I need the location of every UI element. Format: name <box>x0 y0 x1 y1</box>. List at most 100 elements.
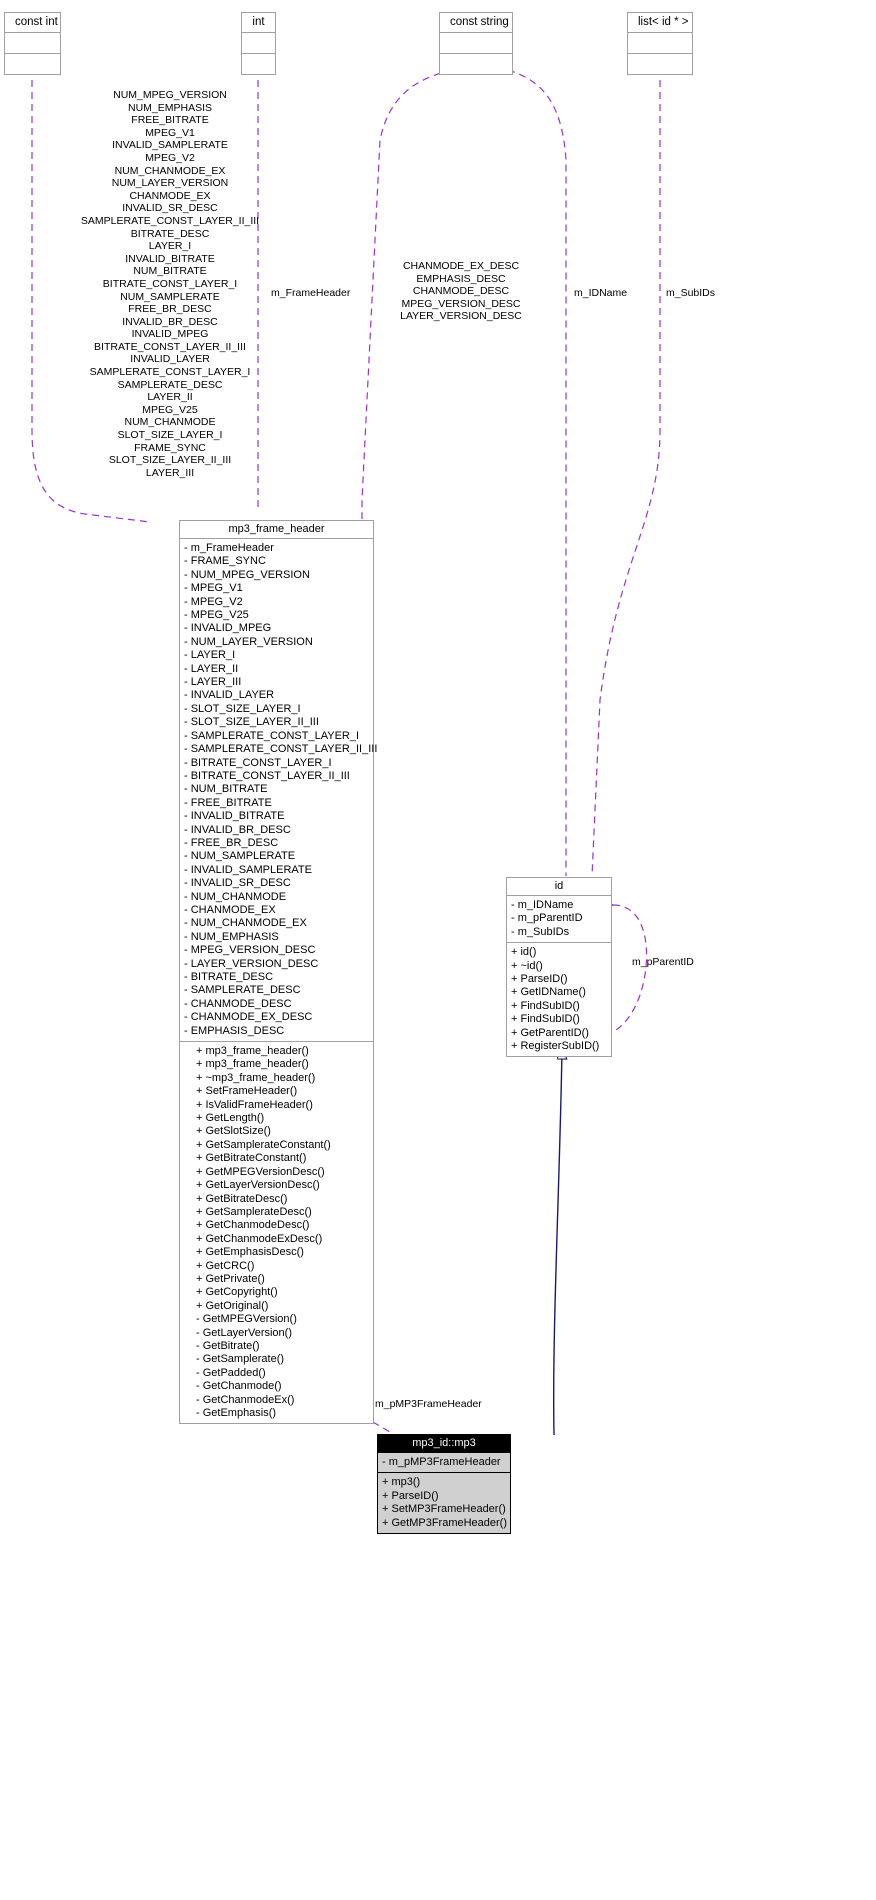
class-method-row: + IsValidFrameHeader() <box>196 1098 313 1111</box>
class-attribute-row: - SAMPLERATE_CONST_LAYER_II_III <box>184 743 378 756</box>
class-attribute-row: - LAYER_III <box>184 676 242 689</box>
class-method-row: + id() <box>511 946 537 959</box>
edge-label-line: MPEG_V1 <box>145 126 195 139</box>
class-method-row: + ~mp3_frame_header() <box>196 1071 316 1084</box>
type-box-title: int <box>242 13 275 33</box>
class-attribute-row: - FREE_BR_DESC <box>184 836 279 849</box>
class-attributes-id: - m_IDName - m_pParentID - m_SubIDs <box>507 896 611 944</box>
type-box-attrs <box>242 33 275 54</box>
edge-label-line: INVALID_BR_DESC <box>122 315 218 328</box>
class-attribute-row: - m_IDName <box>511 899 574 911</box>
class-method-row: + GetMP3FrameHeader() <box>382 1516 508 1529</box>
class-attribute-row: - SAMPLERATE_DESC <box>184 984 301 997</box>
class-box-id[interactable]: id - m_IDName - m_pParentID - m_SubIDs + i… <box>506 877 612 1058</box>
class-title-mp3-id-mp3: mp3_id::mp3 <box>378 1435 510 1453</box>
class-method-row: + FindSubID() <box>511 999 580 1012</box>
edge-label-line: NUM_BITRATE <box>133 265 207 278</box>
class-method-row: + RegisterSubID() <box>511 1040 600 1053</box>
class-methods-id: + id() + ~id() + ParseID() + GetIDName() + F… <box>507 943 611 1056</box>
class-attribute-row: - SLOT_SIZE_LAYER_I <box>184 702 301 715</box>
class-attribute-row: - CHANMODE_EX_DESC <box>184 1011 313 1024</box>
class-method-row: + GetSamplerateConstant() <box>196 1138 331 1151</box>
edge-label-line: EMPHASIS_DESC <box>416 272 506 285</box>
class-attribute-row: - BITRATE_DESC <box>184 971 274 983</box>
edge-list-subids <box>591 68 660 877</box>
class-method-row: - GetPadded() <box>196 1366 266 1379</box>
edge-label-line: NUM_LAYER_VERSION <box>111 177 229 190</box>
class-attribute-row: - LAYER_VERSION_DESC <box>184 957 319 970</box>
edge-label-line: NUM_CHANMODE_EX <box>114 164 226 177</box>
class-method-row: + GetLayerVersionDesc() <box>196 1179 320 1192</box>
type-box-title: const int <box>5 13 60 33</box>
class-attribute-row: - INVALID_MPEG <box>184 622 272 635</box>
class-methods-mp3-id-mp3: + mp3() + ParseID() + SetMP3FrameHeader() +… <box>378 1473 510 1534</box>
edge-label-line: INVALID_MPEG <box>131 328 209 341</box>
class-title-mp3-frame-header: mp3_frame_header <box>180 521 373 539</box>
class-method-row: + GetChanmodeExDesc() <box>196 1232 323 1245</box>
class-method-row: + mp3() <box>382 1476 421 1489</box>
class-attribute-row: - NUM_LAYER_VERSION <box>184 635 313 648</box>
class-method-row: - GetMPEGVersion() <box>196 1313 297 1326</box>
class-method-row: + GetChanmodeDesc() <box>196 1219 310 1232</box>
class-attribute-row: - m_SubIDs <box>511 925 570 938</box>
class-method-row: + GetCopyright() <box>196 1286 278 1299</box>
type-box-methods <box>242 54 275 74</box>
class-attribute-row: - INVALID_BITRATE <box>184 810 285 823</box>
type-box-attrs <box>5 33 60 54</box>
edge-label-line: SAMPLERATE_DESC <box>117 378 223 391</box>
diagram-canvas: const int int const string list< id * > … <box>0 0 876 1900</box>
class-method-row: - GetBitrate() <box>196 1339 260 1352</box>
class-box-mp3-frame-header[interactable]: mp3_frame_header - m_FrameHeader - FRAME_… <box>179 520 378 1425</box>
class-attribute-row: - BITRATE_CONST_LAYER_I <box>184 756 332 769</box>
class-method-row: + ParseID() <box>382 1489 439 1502</box>
class-method-row: + GetMPEGVersionDesc() <box>196 1165 325 1178</box>
class-attribute-row: - CHANMODE_DESC <box>184 997 292 1010</box>
class-attribute-row: - NUM_BITRATE <box>184 783 268 796</box>
edge-label-m-pmp3frameheader: m_pMP3FrameHeader <box>375 1398 482 1410</box>
type-box-list-id-ptr[interactable]: list< id * > <box>627 12 693 75</box>
type-box-attrs <box>440 33 512 54</box>
class-method-row: + GetBitrateConstant() <box>196 1152 307 1165</box>
class-attribute-row: - LAYER_II <box>184 662 239 675</box>
edge-inheritance-id <box>552 1048 562 1436</box>
class-attribute-row: - NUM_EMPHASIS <box>184 930 279 943</box>
edge-label-line: LAYER_VERSION_DESC <box>400 310 522 323</box>
class-method-row: + GetParentID() <box>511 1026 589 1039</box>
class-attribute-row: - NUM_CHANMODE <box>184 890 287 903</box>
type-box-const-int[interactable]: const int <box>4 12 61 75</box>
class-method-row: + GetBitrateDesc() <box>196 1192 288 1205</box>
type-box-attrs <box>628 33 692 54</box>
class-title-id: id <box>507 878 611 896</box>
class-method-row: - GetChanmodeEx() <box>196 1393 295 1406</box>
class-method-row: - GetEmphasis() <box>196 1407 277 1419</box>
class-method-row: + GetIDName() <box>511 986 586 999</box>
class-method-row: + GetPrivate() <box>196 1272 265 1285</box>
class-attribute-row: - INVALID_BR_DESC <box>184 823 291 836</box>
class-box-mp3-id-mp3[interactable]: mp3_id::mp3 - m_pMP3FrameHeader + mp3() +… <box>377 1434 511 1535</box>
edge-label-line: FRAME_SYNC <box>134 441 206 454</box>
edge-label-line: SLOT_SIZE_LAYER_I <box>117 429 223 442</box>
edge-label-line: SLOT_SIZE_LAYER_II_III <box>108 454 232 467</box>
type-box-const-string[interactable]: const string <box>439 12 513 75</box>
class-attribute-row: - INVALID_SR_DESC <box>184 877 291 890</box>
class-method-row: + ParseID() <box>511 973 568 986</box>
type-box-methods <box>628 54 692 74</box>
class-method-row: + GetEmphasisDesc() <box>196 1246 304 1259</box>
class-method-row: + SetMP3FrameHeader() <box>382 1503 506 1516</box>
edge-label-line: CHANMODE_EX_DESC <box>402 260 520 272</box>
edge-label-line: MPEG_V25 <box>142 403 198 416</box>
class-method-row: - GetChanmode() <box>196 1380 282 1393</box>
class-method-row: + mp3_frame_header() <box>196 1058 309 1071</box>
edge-label-line: NUM_CHANMODE <box>124 416 216 429</box>
class-attribute-row: - m_FrameHeader <box>184 542 274 554</box>
type-box-int[interactable]: int <box>241 12 276 75</box>
class-method-row: + GetLength() <box>196 1112 265 1125</box>
edge-label-line: CHANMODE_DESC <box>412 285 510 298</box>
edge-label-line: FREE_BR_DESC <box>128 303 212 316</box>
class-attributes-mp3-frame-header: - m_FrameHeader - FRAME_SYNC - NUM_MPEG_VE… <box>180 539 378 1043</box>
edge-label-line: LAYER_III <box>145 466 195 479</box>
class-method-row: - GetSamplerate() <box>196 1353 285 1366</box>
edge-label-line: INVALID_SR_DESC <box>122 202 218 215</box>
type-box-methods <box>440 54 512 74</box>
class-attribute-row: - EMPHASIS_DESC <box>184 1024 285 1037</box>
